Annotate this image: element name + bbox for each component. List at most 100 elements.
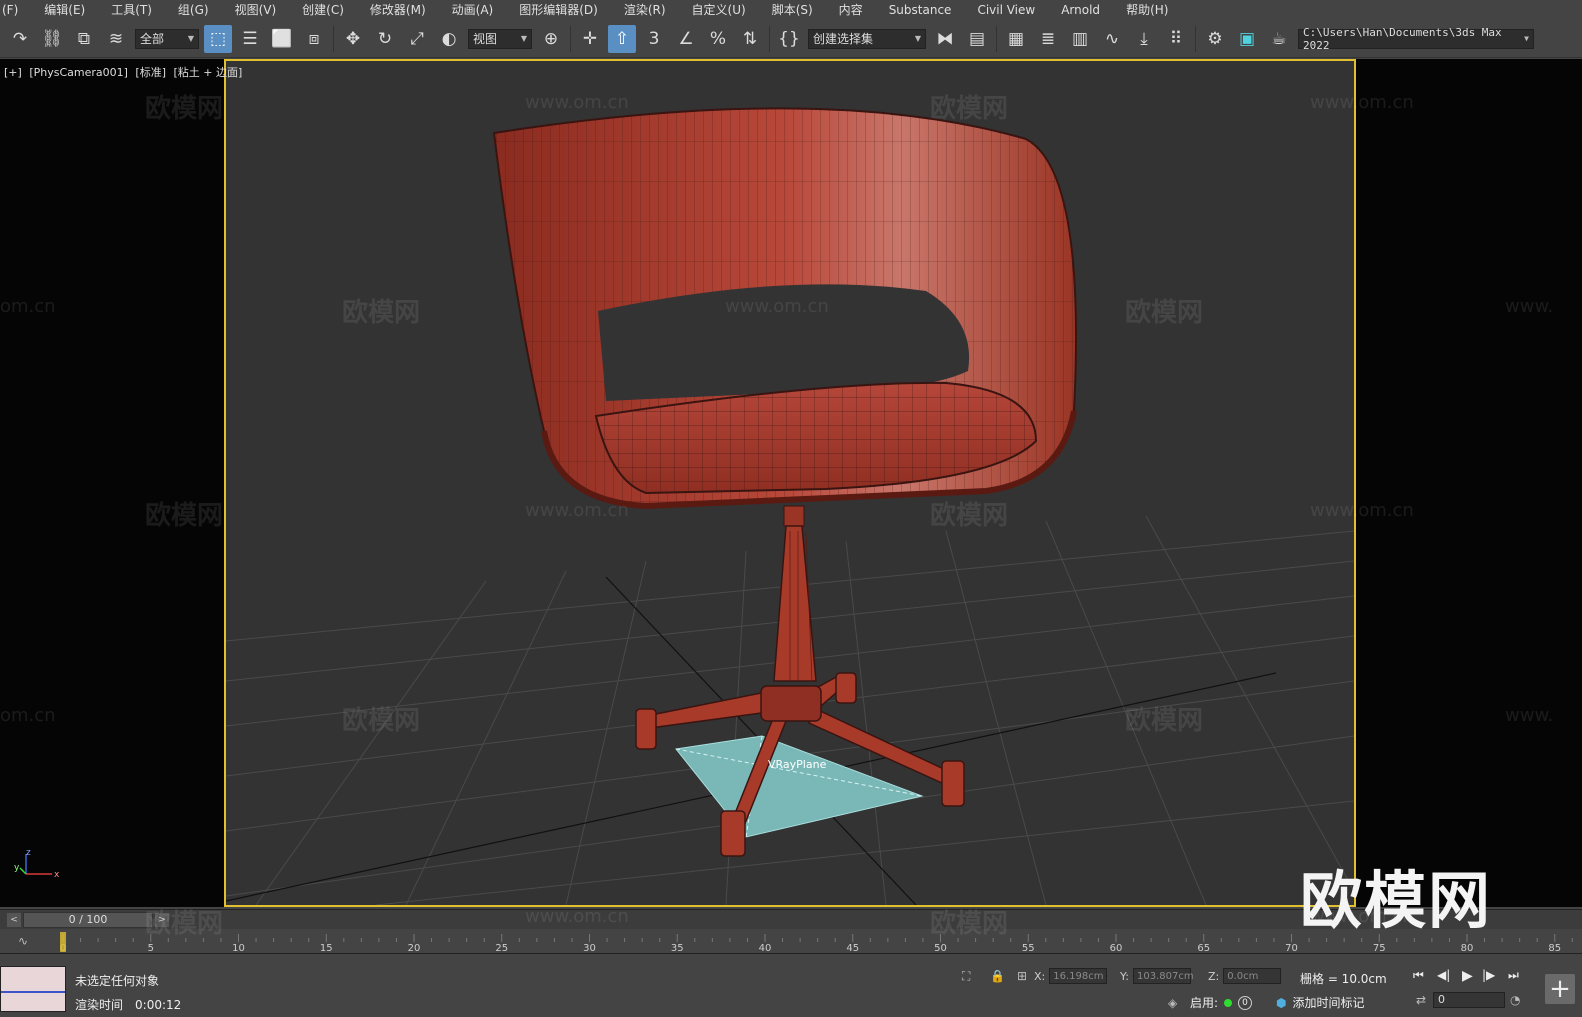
rotate-icon[interactable]: ↻ bbox=[371, 25, 399, 53]
toolbar-divider bbox=[1195, 25, 1196, 52]
adaptive-degradation-icon[interactable]: ◈ bbox=[1168, 996, 1177, 1010]
viewport-camera-menu[interactable]: [PhysCamera001] bbox=[29, 66, 128, 79]
viewport-navigation-plus-button[interactable]: + bbox=[1545, 974, 1575, 1004]
viewport-shading-standard-menu[interactable]: [标准] bbox=[135, 66, 166, 79]
selection-lock-icon[interactable]: 🔒 bbox=[990, 969, 1005, 983]
previous-frame-button[interactable]: < bbox=[7, 912, 21, 927]
ruler-tick-label: 75 bbox=[1373, 943, 1386, 954]
menu-help[interactable]: 帮助(H) bbox=[1113, 0, 1181, 20]
menu-rendering[interactable]: 渲染(R) bbox=[611, 0, 679, 20]
status-green-dot-icon bbox=[1224, 998, 1233, 1007]
reference-coordinate-dropdown[interactable]: 视图 ▼ bbox=[468, 28, 532, 49]
menu-civil-view[interactable]: Civil View bbox=[964, 0, 1048, 20]
rendered-frame-window-icon[interactable]: ▣ bbox=[1233, 25, 1261, 53]
reference-coordinate-value: 视图 bbox=[473, 32, 498, 46]
coord-x-label: X: bbox=[1034, 969, 1046, 983]
viewport-scene: VRayPlane bbox=[226, 107, 1354, 905]
maxscript-listener-mini[interactable] bbox=[0, 966, 66, 1012]
menu-file[interactable]: (F) bbox=[0, 0, 31, 20]
menu-create[interactable]: 创建(C) bbox=[289, 0, 357, 20]
previous-key-icon[interactable]: ◀| bbox=[1437, 968, 1450, 982]
pivot-center-icon[interactable]: ⊕ bbox=[537, 25, 565, 53]
ruler-tick-label: 35 bbox=[671, 943, 684, 954]
selection-filter-dropdown[interactable]: 全部 ▼ bbox=[135, 28, 199, 49]
keyboard-shortcut-override-icon[interactable]: ⇧ bbox=[608, 24, 636, 53]
named-selection-set-dropdown[interactable]: 创建选择集 ▼ bbox=[808, 28, 926, 49]
menu-content[interactable]: 内容 bbox=[826, 0, 876, 20]
angle-snap-icon[interactable]: ∠ bbox=[672, 25, 700, 53]
align-icon[interactable]: ▤ bbox=[963, 25, 991, 53]
ruler-tick-label: 20 bbox=[408, 943, 421, 954]
menu-views[interactable]: 视图(V) bbox=[222, 0, 290, 20]
enable-count-badge[interactable]: 0 bbox=[1238, 995, 1253, 1010]
chevron-down-icon: ▼ bbox=[1524, 34, 1529, 43]
go-to-end-icon[interactable]: ⏭ bbox=[1508, 968, 1519, 983]
redo-icon[interactable]: ↷ bbox=[6, 25, 34, 53]
window-crossing-icon[interactable]: ⧈ bbox=[300, 25, 328, 53]
toolbar-divider bbox=[570, 25, 571, 52]
render-time-label: 渲染时间 bbox=[75, 998, 124, 1012]
render-setup-icon[interactable]: ⚙ bbox=[1201, 25, 1229, 53]
coord-x-field[interactable]: 16.198cm bbox=[1049, 968, 1108, 984]
rectangular-selection-icon[interactable]: ⬜ bbox=[268, 25, 296, 53]
axis-y-label: y bbox=[14, 863, 20, 873]
isolate-selection-icon[interactable]: ⛶ bbox=[962, 969, 970, 984]
schematic-view-icon[interactable]: ⠿ bbox=[1162, 25, 1190, 53]
go-to-start-icon[interactable]: ⏮ bbox=[1413, 968, 1424, 983]
snaps-toggle-icon[interactable]: 3 bbox=[640, 25, 668, 53]
mirror-icon[interactable]: ⧓ bbox=[931, 25, 959, 53]
ruler-tick-label: 45 bbox=[846, 943, 859, 954]
menu-scripting[interactable]: 脚本(S) bbox=[759, 0, 826, 20]
grid-spacing-readout: 栅格 = 10.0cm bbox=[1300, 972, 1387, 986]
render-production-icon[interactable]: ☕ bbox=[1265, 25, 1293, 53]
menu-edit[interactable]: 编辑(E) bbox=[31, 0, 98, 20]
edit-named-selection-icon[interactable]: {} bbox=[775, 25, 803, 53]
coord-y-field[interactable]: 103.807cm bbox=[1132, 968, 1194, 984]
current-frame-marker[interactable] bbox=[60, 932, 66, 952]
project-path-dropdown[interactable]: C:\Users\Han\Documents\3ds Max 2022 ▼ bbox=[1298, 26, 1534, 52]
coord-z-field[interactable]: 0.0cm bbox=[1223, 968, 1282, 984]
percent-snap-icon[interactable]: % bbox=[704, 25, 732, 53]
active-viewport[interactable]: VRayPlane bbox=[224, 59, 1356, 907]
placement-icon[interactable]: ◐ bbox=[435, 25, 463, 53]
time-slider[interactable]: 0 / 100 bbox=[23, 911, 153, 928]
select-by-name-icon[interactable]: ☰ bbox=[236, 25, 264, 53]
add-time-tag[interactable]: ⬢ 添加时间标记 bbox=[1276, 994, 1365, 1011]
enable-label: 启用: bbox=[1190, 996, 1219, 1010]
link-icon[interactable]: ⛓ bbox=[38, 25, 66, 53]
ruler-tick-label: 85 bbox=[1548, 943, 1561, 954]
menu-modifiers[interactable]: 修改器(M) bbox=[357, 0, 439, 20]
curve-editor-icon[interactable]: ∿ bbox=[1098, 25, 1126, 53]
next-key-icon[interactable]: |▶ bbox=[1482, 968, 1495, 982]
ribbon-toggle-icon[interactable]: ▥ bbox=[1066, 25, 1094, 53]
select-object-icon[interactable]: ⬚ bbox=[204, 24, 232, 53]
scene-explorer-icon[interactable]: ▦ bbox=[1002, 25, 1030, 53]
menu-customize[interactable]: 自定义(U) bbox=[679, 0, 759, 20]
select-manipulate-icon[interactable]: ✛ bbox=[576, 25, 604, 53]
ruler-tick-label: 50 bbox=[934, 943, 947, 954]
layer-explorer-icon[interactable]: ≣ bbox=[1034, 25, 1062, 53]
menu-group[interactable]: 组(G) bbox=[165, 0, 222, 20]
move-icon[interactable]: ✥ bbox=[339, 25, 367, 53]
next-frame-button[interactable]: > bbox=[155, 912, 169, 927]
vray-plane-label: VRayPlane bbox=[768, 758, 827, 771]
absolute-mode-icon[interactable]: ⊞ bbox=[1017, 969, 1027, 983]
key-mode-toggle-icon[interactable]: ⇄ bbox=[1416, 993, 1426, 1007]
spinner-snap-icon[interactable]: ⇅ bbox=[736, 25, 764, 53]
dope-sheet-icon[interactable]: ⤓ bbox=[1130, 25, 1158, 53]
menu-animation[interactable]: 动画(A) bbox=[439, 0, 507, 20]
play-icon[interactable]: ▶ bbox=[1462, 968, 1473, 984]
viewport-display-mode-menu[interactable]: [粘土 + 边面] bbox=[174, 66, 243, 79]
bind-space-warp-icon[interactable]: ≋ bbox=[102, 25, 130, 53]
menu-graph-editors[interactable]: 图形编辑器(D) bbox=[506, 0, 611, 20]
current-frame-field[interactable]: 0 bbox=[1433, 992, 1505, 1008]
scale-icon[interactable]: ⤢ bbox=[403, 25, 431, 53]
menu-substance[interactable]: Substance bbox=[876, 0, 965, 20]
time-configuration-icon[interactable]: ◔ bbox=[1510, 993, 1520, 1007]
viewport-general-menu[interactable]: [+] bbox=[4, 66, 22, 79]
ruler-tick-label: 65 bbox=[1197, 943, 1210, 954]
left-viewport-area bbox=[0, 59, 224, 907]
menu-tools[interactable]: 工具(T) bbox=[98, 0, 165, 20]
menu-arnold[interactable]: Arnold bbox=[1048, 0, 1113, 20]
unlink-icon[interactable]: ⧉ bbox=[70, 25, 98, 53]
